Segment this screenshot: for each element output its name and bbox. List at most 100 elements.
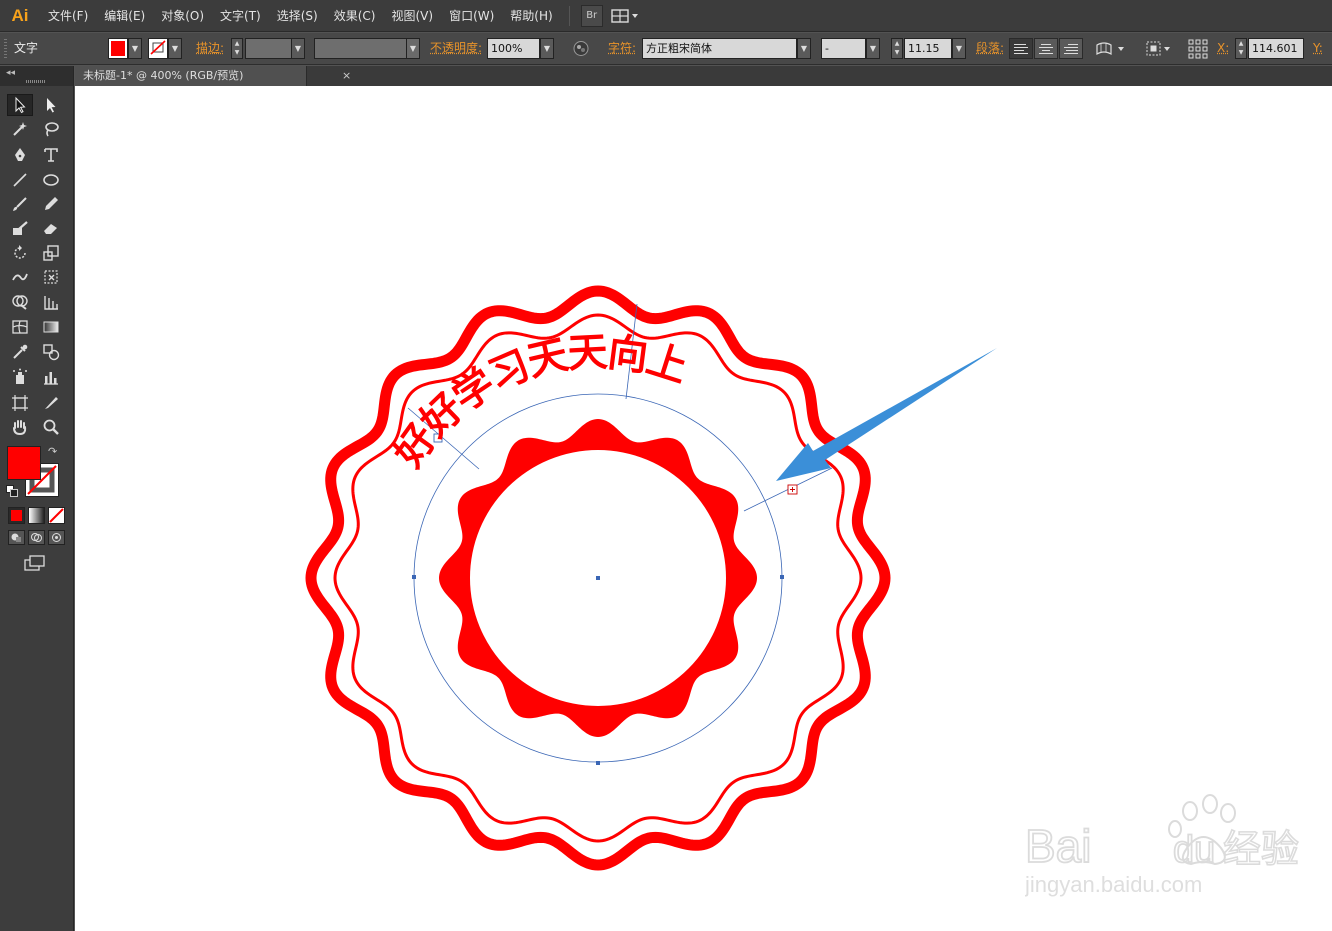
stroke-weight-field[interactable]	[245, 38, 292, 59]
anchor-right[interactable]	[780, 575, 784, 579]
menu-edit[interactable]: 编辑(E)	[96, 0, 153, 32]
variable-width-profile[interactable]	[314, 38, 408, 59]
hand-tool[interactable]	[7, 416, 33, 438]
align-center-button[interactable]	[1034, 38, 1058, 59]
menu-effect[interactable]: 效果(C)	[326, 0, 384, 32]
symbol-sprayer-tool[interactable]	[7, 366, 33, 388]
variable-width-dropdown[interactable]: ▼	[406, 38, 420, 59]
menu-window[interactable]: 窗口(W)	[441, 0, 502, 32]
fill-color-box[interactable]	[7, 446, 41, 480]
eyedropper-tool[interactable]	[7, 341, 33, 363]
out-port-overflow-handle[interactable]	[787, 484, 798, 495]
pencil-tool[interactable]	[38, 193, 64, 215]
blob-brush-tool[interactable]	[7, 217, 33, 239]
document-tab[interactable]: 未标题-1* @ 400% (RGB/预览)	[75, 66, 307, 86]
menu-help[interactable]: 帮助(H)	[502, 0, 560, 32]
free-transform-tool[interactable]	[38, 266, 64, 288]
zoom-magnifier-icon	[43, 419, 59, 435]
scale-tool[interactable]	[38, 242, 64, 264]
draw-inside-button[interactable]	[48, 530, 65, 545]
arrange-documents-button[interactable]	[609, 5, 641, 27]
mesh-tool[interactable]	[7, 316, 33, 338]
tools-panel-header[interactable]: ◂◂	[0, 66, 73, 86]
artboard-tool[interactable]	[7, 392, 33, 414]
draw-behind-button[interactable]	[28, 530, 45, 545]
fill-dropdown[interactable]: ▼	[128, 38, 142, 59]
gradient-tool[interactable]	[38, 316, 64, 338]
eraser-icon	[44, 224, 57, 234]
menu-file[interactable]: 文件(F)	[40, 0, 96, 32]
menu-select[interactable]: 选择(S)	[269, 0, 326, 32]
type-t-icon	[44, 148, 58, 162]
anchor-center[interactable]	[596, 576, 600, 580]
isolate-button[interactable]	[1144, 38, 1174, 59]
screen-mode-button[interactable]	[23, 554, 47, 572]
paragraph-label[interactable]: 段落:	[976, 38, 1004, 59]
menu-object[interactable]: 对象(O)	[153, 0, 212, 32]
color-mode-button[interactable]	[8, 507, 25, 524]
slice-tool[interactable]	[38, 392, 64, 414]
paintbrush-tool[interactable]	[7, 193, 33, 215]
type-tool[interactable]	[38, 144, 64, 166]
fill-swatch[interactable]	[108, 38, 128, 59]
x-label[interactable]: X:	[1217, 38, 1229, 59]
envelope-button[interactable]	[1094, 38, 1128, 59]
pen-tool[interactable]	[7, 144, 33, 166]
align-left-button[interactable]	[1009, 38, 1033, 59]
font-style-dropdown[interactable]: ▼	[866, 38, 880, 59]
eraser-tool[interactable]	[38, 217, 64, 239]
stroke-swatch[interactable]	[148, 38, 168, 59]
opacity-label[interactable]: 不透明度:	[430, 38, 482, 59]
collapse-panel-icon[interactable]: ◂◂	[6, 68, 15, 78]
font-family-field[interactable]: 方正粗宋简体	[642, 38, 797, 59]
opacity-field[interactable]: 100%	[487, 38, 540, 59]
zoom-tool[interactable]	[38, 416, 64, 438]
x-spinner[interactable]: ▲ ▼	[1235, 38, 1247, 59]
close-tab-icon[interactable]: ×	[342, 69, 351, 82]
reference-point-button[interactable]	[1187, 38, 1209, 59]
stroke-label[interactable]: 描边:	[196, 38, 224, 59]
stroke-weight-dropdown[interactable]: ▼	[291, 38, 305, 59]
shape-builder-tool[interactable]	[7, 291, 33, 313]
stroke-dropdown[interactable]: ▼	[168, 38, 182, 59]
opacity-dropdown[interactable]: ▼	[540, 38, 554, 59]
menu-type[interactable]: 文字(T)	[212, 0, 269, 32]
recolor-button[interactable]	[572, 38, 590, 59]
font-family-dropdown[interactable]: ▼	[797, 38, 811, 59]
anchor-left[interactable]	[412, 575, 416, 579]
warp-icon	[12, 273, 28, 281]
bridge-button[interactable]: Br	[580, 4, 603, 27]
column-graph-tool[interactable]	[38, 366, 64, 388]
gradient-mode-button[interactable]	[28, 507, 45, 524]
align-right-button[interactable]	[1059, 38, 1083, 59]
artboard-canvas[interactable]: 好好学习天天向上 Bai du 经验 jingyan.baidu.com	[75, 86, 1332, 931]
direct-selection-tool[interactable]	[38, 94, 64, 116]
draw-normal-button[interactable]	[8, 530, 25, 545]
default-fill-stroke-icon[interactable]	[6, 485, 18, 497]
stroke-weight-spinner[interactable]: ▲ ▼	[231, 38, 243, 59]
lasso-tool[interactable]	[38, 118, 64, 140]
y-label[interactable]: Y:	[1313, 38, 1323, 59]
fill-color	[111, 41, 125, 56]
line-segment-tool[interactable]	[7, 169, 33, 191]
selection-tool[interactable]	[7, 94, 33, 116]
none-mode-button[interactable]	[48, 507, 65, 524]
perspective-grid-tool[interactable]	[38, 291, 64, 313]
font-style-field[interactable]: -	[821, 38, 866, 59]
font-size-spinner[interactable]: ▲ ▼	[891, 38, 903, 59]
tools-panel-grip[interactable]	[26, 80, 46, 83]
control-bar-grip[interactable]	[4, 39, 7, 59]
swap-fill-stroke-icon[interactable]: ↷	[48, 445, 57, 458]
menu-view[interactable]: 视图(V)	[383, 0, 441, 32]
magic-wand-tool[interactable]	[7, 118, 33, 140]
x-field[interactable]: 114.601	[1248, 38, 1304, 59]
blend-tool[interactable]	[38, 341, 64, 363]
character-label[interactable]: 字符:	[608, 38, 636, 59]
warp-tool[interactable]	[7, 266, 33, 288]
anchor-bottom[interactable]	[596, 761, 600, 765]
no-stroke-icon	[150, 40, 166, 55]
font-size-field[interactable]: 11.15	[904, 38, 952, 59]
font-size-dropdown[interactable]: ▼	[952, 38, 966, 59]
ellipse-tool[interactable]	[38, 169, 64, 191]
rotate-tool[interactable]	[7, 242, 33, 264]
